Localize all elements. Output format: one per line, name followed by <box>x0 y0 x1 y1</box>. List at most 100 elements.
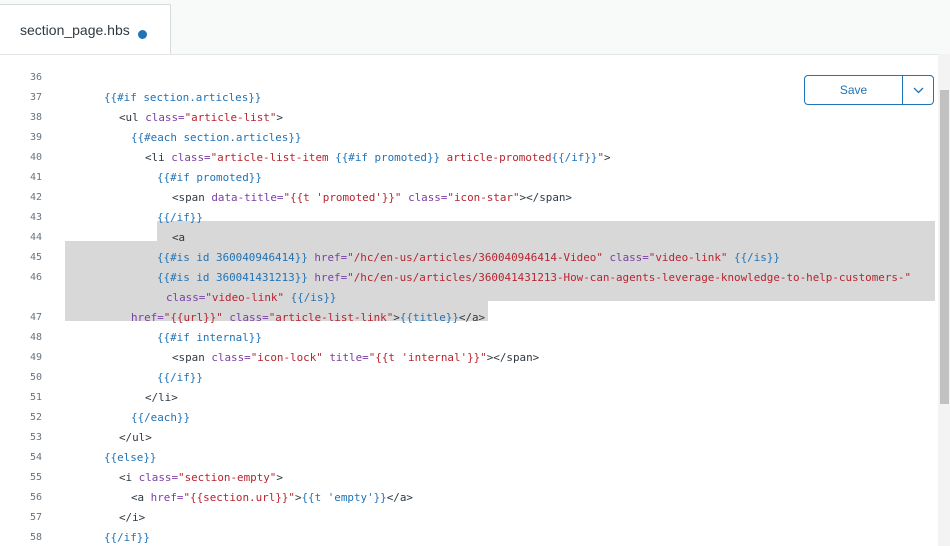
code-token: ></span> <box>519 191 572 204</box>
code-line: <a href="{{section.url}}">{{t 'empty'}}<… <box>131 491 413 505</box>
save-options-dropdown[interactable] <box>903 76 933 104</box>
code-line: {{else}} <box>104 451 156 465</box>
code-token: href= <box>131 311 164 324</box>
tab-filename: section_page.hbs <box>20 22 130 38</box>
code-token: "video-link" <box>205 291 285 304</box>
code-line: {{#is id 360041431213}} href="/hc/en-us/… <box>157 271 911 285</box>
code-token: {{/if}} <box>104 531 150 544</box>
scrollbar-thumb[interactable] <box>940 90 949 404</box>
code-token: href= <box>150 491 184 504</box>
line-number: 48 <box>29 332 42 343</box>
code-token: "{{section.url}}" <box>183 491 295 504</box>
code-line: class="video-link" {{/is}} <box>166 291 337 305</box>
line-number: 47 <box>29 312 42 323</box>
code-token: "icon-lock" <box>250 351 323 364</box>
line-number: 50 <box>29 372 42 383</box>
unsaved-dot-icon <box>138 30 147 39</box>
code-token: ></span> <box>486 351 540 364</box>
code-token: data-title= <box>211 191 284 204</box>
code-token: class= <box>211 351 251 364</box>
tab-section-page[interactable]: section_page.hbs <box>0 4 171 54</box>
code-token: "{{t 'internal'}}" <box>368 351 487 364</box>
line-number: 53 <box>29 432 42 443</box>
code-token: {{/if}} <box>157 371 203 384</box>
line-number: 41 <box>29 172 42 183</box>
code-token: <span <box>172 191 212 204</box>
code-token: class= <box>229 311 269 324</box>
code-token: {{/each}} <box>131 411 191 424</box>
line-number: 37 <box>29 92 42 103</box>
code-token: {{/is}} <box>290 291 337 304</box>
code-token: <a <box>131 491 151 504</box>
line-number: 36 <box>29 72 42 83</box>
code-token: {{title}} <box>399 311 459 324</box>
code-token: <i <box>119 471 139 484</box>
code-token: {{/if}} <box>551 151 598 164</box>
code-token: class= <box>145 111 185 124</box>
code-line: {{#if section.articles}} <box>104 91 261 105</box>
code-token: class= <box>138 471 179 484</box>
code-token: {{#if promoted}} <box>157 171 262 184</box>
code-line: </li> <box>145 391 178 405</box>
code-token: href= <box>314 251 348 264</box>
code-token: {{#each section.articles}} <box>131 131 302 144</box>
line-number: 43 <box>29 212 42 223</box>
code-line: <li class="article-list-item {{#if promo… <box>145 151 611 165</box>
code-line: href="{{url}}" class="article-list-link"… <box>131 311 485 325</box>
line-number: 40 <box>29 152 42 163</box>
code-token: {{#is id 360040946414}} <box>157 251 308 264</box>
code-token: {{#if internal}} <box>157 331 262 344</box>
code-line: {{/if}} <box>157 211 203 225</box>
code-line: <a <box>172 231 185 245</box>
line-number: 42 <box>29 192 42 203</box>
code-token: </li> <box>145 391 178 404</box>
text-selection <box>157 221 935 241</box>
code-token: > <box>276 111 283 124</box>
line-number: 55 <box>29 472 42 483</box>
line-number: 56 <box>29 492 42 503</box>
line-number: 39 <box>29 132 42 143</box>
code-token: "article-list" <box>184 111 277 124</box>
code-line: </i> <box>119 511 145 525</box>
code-line: {{/if}} <box>104 531 150 545</box>
code-token: > <box>604 151 611 164</box>
code-token: {{else}} <box>104 451 157 464</box>
code-line: {{#if promoted}} <box>157 171 262 185</box>
code-token: {{/is}} <box>734 251 780 264</box>
code-token: <a <box>172 231 186 244</box>
line-number: 49 <box>29 352 42 363</box>
line-number: 58 <box>29 532 42 543</box>
code-token: </a> <box>386 491 413 504</box>
line-number: 57 <box>29 512 42 523</box>
code-token: {{t 'empty'}} <box>301 491 387 504</box>
save-button-group: Save <box>804 75 934 105</box>
code-token: {{#if promoted}} <box>335 151 441 164</box>
code-token: </i> <box>119 511 146 524</box>
code-line: {{#each section.articles}} <box>131 131 301 145</box>
code-token: <span <box>172 351 212 364</box>
save-button[interactable]: Save <box>805 76 903 104</box>
code-token: <ul <box>119 111 146 124</box>
line-number: 54 <box>29 452 42 463</box>
code-token: <li <box>145 151 172 164</box>
line-number: 45 <box>29 252 42 263</box>
code-token: "article-list-link" <box>268 311 394 324</box>
code-token: "/hc/en-us/articles/360041431213-How-can… <box>347 271 912 284</box>
line-number: 51 <box>29 392 42 403</box>
code-line: {{/if}} <box>157 371 203 385</box>
line-number: 38 <box>29 112 42 123</box>
code-token: class= <box>609 251 649 264</box>
code-token: {{#if section.articles}} <box>104 91 262 104</box>
code-token: class= <box>166 291 206 304</box>
code-line: <span class="icon-lock" title="{{t 'inte… <box>172 351 539 365</box>
code-token: "{{url}}" <box>163 311 223 324</box>
code-token: title= <box>329 351 369 364</box>
code-line: <i class="section-empty"> <box>119 471 283 485</box>
code-editor[interactable]: 36 37 {{#if section.articles}} 38 <ul class=… <box>0 54 938 546</box>
code-token: </a> <box>458 311 486 324</box>
code-line: {{/each}} <box>131 411 190 425</box>
code-token: </ul> <box>119 431 152 444</box>
code-line: {{#is id 360040946414}} href="/hc/en-us/… <box>157 251 780 265</box>
code-token: {{/if}} <box>157 211 203 224</box>
code-token: class= <box>171 151 211 164</box>
